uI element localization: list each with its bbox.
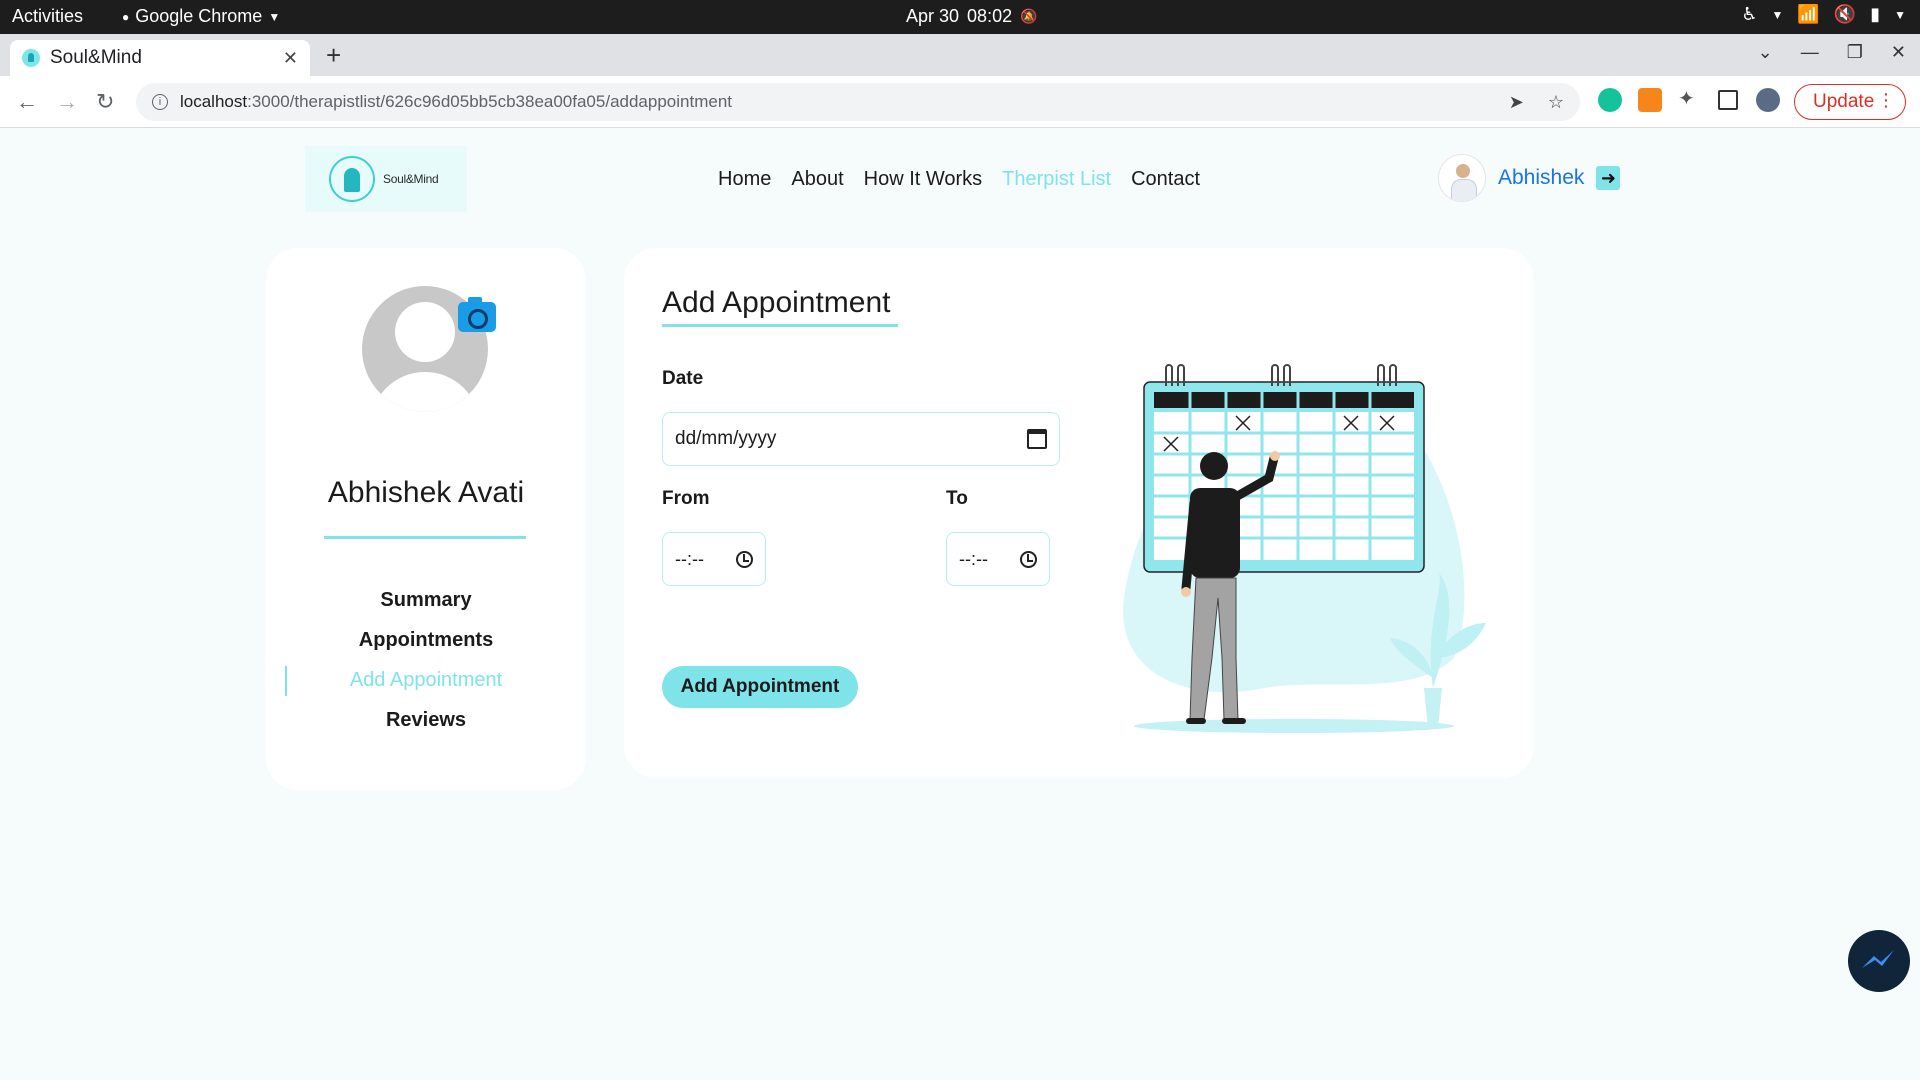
update-button[interactable]: Update ⋮	[1794, 84, 1906, 120]
form-title: Add Appointment	[662, 286, 891, 319]
from-time-value: --:--	[675, 548, 704, 569]
clock[interactable]: Apr 30 08:02 🔕	[906, 6, 1038, 27]
site-logo[interactable]: Soul&Mind	[305, 146, 467, 212]
browser-toolbar: ← → ↻ i localhost:3000/therapistlist/626…	[0, 76, 1920, 128]
site-info-icon[interactable]: i	[152, 94, 168, 110]
add-appointment-card: Add Appointment Date dd/mm/yyyy From --:…	[624, 248, 1534, 778]
site-header: Soul&Mind Home About How It Works Therpi…	[0, 128, 1920, 228]
clock-date: Apr 30	[906, 6, 960, 26]
date-label: Date	[662, 368, 704, 389]
wifi-icon: 📶	[1797, 4, 1820, 24]
to-label: To	[946, 488, 968, 509]
tab-search-icon[interactable]: ⌄	[1758, 42, 1773, 63]
maximize-icon[interactable]: ❐	[1847, 42, 1863, 63]
date-placeholder: dd/mm/yyyy	[675, 428, 777, 449]
url-path: :3000/therapistlist/626c96d05bb5cb38ea00…	[247, 92, 732, 111]
send-icon[interactable]: ➤	[1509, 92, 1524, 113]
profile-name-underline	[324, 536, 526, 539]
messenger-chat-icon[interactable]	[1848, 930, 1910, 992]
extensions-puzzle-icon[interactable]: ✦	[1678, 86, 1702, 110]
minimize-icon[interactable]: —	[1801, 42, 1819, 63]
bookmark-star-icon[interactable]: ☆	[1548, 92, 1564, 113]
logo-mark-icon	[329, 156, 375, 202]
update-label: Update	[1813, 91, 1875, 112]
menu-item-appointments[interactable]: Appointments	[266, 620, 586, 660]
to-time-value: --:--	[959, 548, 988, 569]
main-nav: Home About How It Works Therpist List Co…	[718, 168, 1200, 191]
side-panel-icon[interactable]	[1718, 90, 1738, 110]
nav-about[interactable]: About	[791, 168, 843, 191]
app-menu[interactable]: ● Google Chrome ▼	[122, 6, 280, 27]
tab-strip: Soul&Mind ✕ + ⌄ — ❐ ✕	[0, 34, 1920, 76]
calendar-illustration	[1123, 364, 1486, 733]
from-time-input[interactable]: --:--	[662, 532, 766, 586]
notifications-muted-icon: 🔕	[1020, 8, 1038, 24]
nav-how-it-works[interactable]: How It Works	[864, 168, 983, 191]
clock-icon[interactable]	[736, 550, 753, 568]
form-title-underline	[662, 324, 898, 327]
to-time-input[interactable]: --:--	[946, 532, 1050, 586]
favicon-icon	[22, 49, 40, 67]
url-host: localhost	[180, 92, 248, 111]
address-bar[interactable]: i localhost:3000/therapistlist/626c96d05…	[136, 83, 1580, 121]
new-tab-button[interactable]: +	[326, 40, 341, 71]
date-input[interactable]: dd/mm/yyyy	[662, 412, 1060, 466]
tab-title: Soul&Mind	[50, 47, 142, 68]
clock-icon[interactable]	[1020, 550, 1037, 568]
clock-time: 08:02	[967, 6, 1013, 26]
user-name[interactable]: Abhishek	[1498, 166, 1584, 190]
menu-item-add-appointment[interactable]: Add Appointment	[266, 660, 586, 700]
profile-avatar-icon[interactable]	[1756, 88, 1780, 112]
grammarly-extension-icon[interactable]	[1598, 88, 1622, 112]
volume-icon: 🔇	[1833, 4, 1857, 24]
logout-arrow-icon[interactable]: ➜	[1596, 166, 1621, 190]
user-menu[interactable]: Abhishek ➜	[1438, 154, 1621, 202]
battery-icon: ▮	[1870, 4, 1881, 24]
reload-icon[interactable]: ↻	[96, 89, 114, 115]
messenger-bolt-icon	[1862, 950, 1894, 968]
camera-icon[interactable]	[458, 297, 496, 332]
forward-icon[interactable]: →	[56, 89, 78, 115]
calendar-icon[interactable]	[1027, 429, 1047, 449]
chevron-down-icon: ▼	[268, 9, 281, 24]
menu-item-reviews[interactable]: Reviews	[266, 700, 586, 740]
profile-menu: Summary Appointments Add Appointment Rev…	[266, 580, 586, 740]
app-name: Google Chrome	[135, 6, 263, 26]
from-label: From	[662, 488, 710, 509]
profile-card: Abhishek Avati Summary Appointments Add …	[266, 248, 586, 790]
logo-text: Soul&Mind	[383, 172, 439, 186]
accessibility-icon[interactable]: ♿	[1741, 4, 1757, 25]
profile-name: Abhishek Avati	[327, 476, 525, 509]
menu-item-summary[interactable]: Summary	[266, 580, 586, 620]
nav-contact[interactable]: Contact	[1131, 168, 1200, 191]
activities-button[interactable]: Activities	[12, 6, 83, 27]
close-window-icon[interactable]: ✕	[1891, 42, 1906, 63]
browser-tab[interactable]: Soul&Mind ✕	[10, 40, 310, 76]
add-appointment-button[interactable]: Add Appointment	[662, 666, 858, 708]
nav-therapist-list[interactable]: Therpist List	[1002, 168, 1111, 191]
chevron-down-icon: ▼	[1771, 7, 1784, 22]
system-top-bar: Activities ● Google Chrome ▼ Apr 30 08:0…	[0, 0, 1920, 34]
window-controls: ⌄ — ❐ ✕	[1758, 42, 1906, 63]
chrome-app-icon: ●	[122, 9, 130, 24]
user-avatar[interactable]	[1438, 154, 1486, 202]
menu-dots-icon[interactable]: ⋮	[1877, 90, 1895, 111]
system-tray[interactable]: ♿ ▼ 📶 🔇 ▮ ▼	[1741, 4, 1906, 25]
back-icon[interactable]: ←	[16, 89, 38, 115]
chevron-down-icon: ▼	[1894, 7, 1906, 22]
metamask-extension-icon[interactable]	[1638, 88, 1662, 112]
nav-home[interactable]: Home	[718, 168, 771, 191]
close-tab-icon[interactable]: ✕	[283, 48, 298, 69]
